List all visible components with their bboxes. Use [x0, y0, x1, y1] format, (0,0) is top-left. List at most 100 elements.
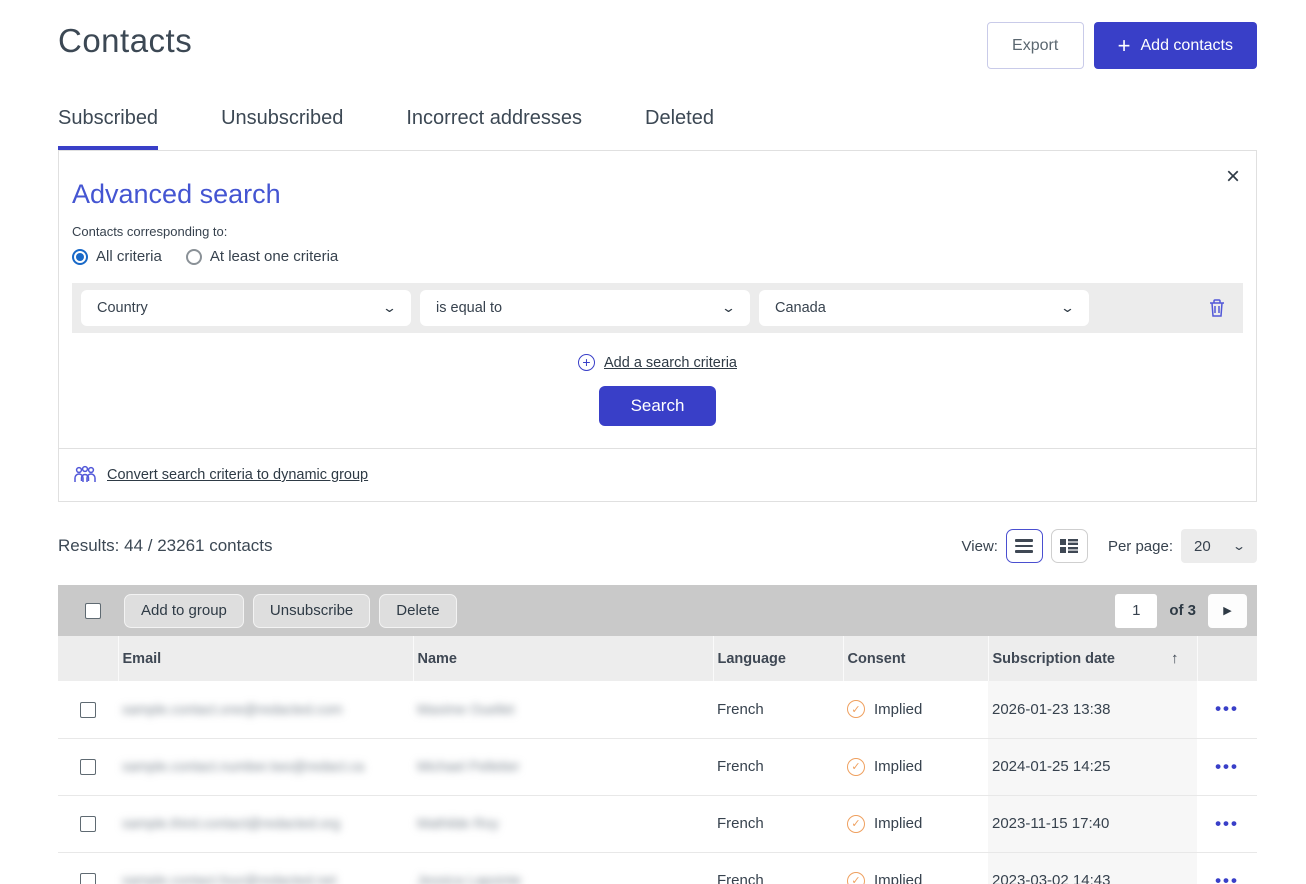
table-row: sample.contact.number.two@redact.ca Mich…	[58, 738, 1257, 795]
unsubscribe-button[interactable]: Unsubscribe	[253, 594, 370, 628]
column-header-language: Language	[713, 636, 843, 681]
contacts-tabs: Subscribed Unsubscribed Incorrect addres…	[58, 107, 1257, 150]
tab-incorrect-addresses[interactable]: Incorrect addresses	[406, 107, 582, 150]
list-view-icon	[1015, 539, 1033, 553]
page-total-label: of 3	[1169, 602, 1196, 619]
subscription-date-cell: 2023-03-02 14:43	[988, 852, 1197, 884]
tab-unsubscribed[interactable]: Unsubscribed	[221, 107, 343, 150]
add-to-group-button[interactable]: Add to group	[124, 594, 244, 628]
criteria-value-select[interactable]: Canada ⌄	[759, 290, 1089, 326]
radio-at-least-one[interactable]: At least one criteria	[186, 248, 338, 265]
tab-deleted[interactable]: Deleted	[645, 107, 714, 150]
delete-button[interactable]: Delete	[379, 594, 456, 628]
email-cell: sample.third.contact@redacted.org	[118, 795, 413, 852]
contacts-table-section: Add to group Unsubscribe Delete of 3 ▶ E…	[58, 585, 1257, 884]
sort-ascending-icon[interactable]: ↑	[1171, 650, 1179, 667]
chevron-down-icon: ⌄	[382, 300, 397, 316]
page-number-input[interactable]	[1115, 594, 1157, 628]
people-group-icon	[72, 465, 98, 485]
view-controls: View: Per page: 20 ⌄	[962, 529, 1257, 563]
list-view-button[interactable]	[1006, 529, 1043, 563]
radio-all-criteria[interactable]: All criteria	[72, 248, 162, 265]
consent-check-icon: ✓	[847, 700, 865, 718]
language-cell: French	[713, 738, 843, 795]
criteria-row: Country ⌄ is equal to ⌄ Canada ⌄	[72, 283, 1243, 333]
add-contacts-button[interactable]: + Add contacts	[1094, 22, 1257, 69]
row-checkbox[interactable]	[80, 702, 96, 718]
row-checkbox[interactable]	[80, 816, 96, 832]
consent-cell: ✓Implied	[843, 738, 988, 795]
column-header-email: Email	[118, 636, 413, 681]
convert-to-dynamic-group-link[interactable]: Convert search criteria to dynamic group	[107, 467, 368, 483]
radio-all-label: All criteria	[96, 248, 162, 265]
language-cell: French	[713, 795, 843, 852]
row-checkbox[interactable]	[80, 873, 96, 884]
consent-check-icon: ✓	[847, 872, 865, 884]
add-criteria-row: + Add a search criteria	[72, 354, 1243, 371]
tab-subscribed[interactable]: Subscribed	[58, 107, 158, 150]
header-actions-spacer	[1197, 636, 1257, 681]
criteria-mode-radios: All criteria At least one criteria	[72, 248, 1243, 265]
export-button[interactable]: Export	[987, 22, 1084, 69]
language-cell: French	[713, 852, 843, 884]
select-all-checkbox[interactable]	[85, 603, 101, 619]
email-cell: sample.contact.four@redacted.net	[118, 852, 413, 884]
radio-any-label: At least one criteria	[210, 248, 338, 265]
header-checkbox-spacer	[58, 636, 118, 681]
card-view-button[interactable]	[1051, 529, 1088, 563]
name-cell: Michael Pelletier	[413, 738, 713, 795]
delete-criteria-trash-icon[interactable]	[1208, 298, 1226, 318]
add-contacts-label: Add contacts	[1141, 37, 1234, 55]
criteria-value-value: Canada	[775, 300, 826, 316]
consent-cell: ✓Implied	[843, 795, 988, 852]
radio-unchecked-icon[interactable]	[186, 249, 202, 265]
table-row: sample.contact.four@redacted.net Jessica…	[58, 852, 1257, 884]
consent-cell: ✓Implied	[843, 681, 988, 738]
language-cell: French	[713, 681, 843, 738]
add-search-criteria-link[interactable]: Add a search criteria	[604, 355, 737, 371]
advanced-search-panel: × Advanced search Contacts corresponding…	[58, 150, 1257, 502]
email-cell: sample.contact.one@redacted.com	[118, 681, 413, 738]
table-toolbar: Add to group Unsubscribe Delete of 3 ▶	[58, 585, 1257, 636]
criteria-operator-select[interactable]: is equal to ⌄	[420, 290, 750, 326]
row-actions-menu-icon[interactable]: •••	[1197, 795, 1257, 852]
row-checkbox[interactable]	[80, 759, 96, 775]
row-actions-menu-icon[interactable]: •••	[1197, 738, 1257, 795]
chevron-down-icon: ⌄	[721, 300, 736, 316]
pagination: of 3 ▶	[1115, 594, 1247, 628]
row-actions-menu-icon[interactable]: •••	[1197, 852, 1257, 884]
name-cell: Jessica Lapointe	[413, 852, 713, 884]
row-actions-menu-icon[interactable]: •••	[1197, 681, 1257, 738]
consent-check-icon: ✓	[847, 815, 865, 833]
table-header-row: Email Name Language Consent Subscription…	[58, 636, 1257, 681]
close-icon[interactable]: ×	[1226, 165, 1240, 189]
per-page-select[interactable]: 20 ⌄	[1181, 529, 1257, 563]
radio-checked-icon[interactable]	[72, 249, 88, 265]
plus-circle-icon: +	[578, 354, 595, 371]
name-cell: Maxime Ouellet	[413, 681, 713, 738]
email-cell: sample.contact.number.two@redact.ca	[118, 738, 413, 795]
column-header-subscription-date: Subscription date ↑	[988, 636, 1197, 681]
chevron-down-icon: ⌄	[1060, 300, 1075, 316]
consent-cell: ✓Implied	[843, 852, 988, 884]
column-header-name: Name	[413, 636, 713, 681]
criteria-operator-value: is equal to	[436, 300, 502, 316]
page-title: Contacts	[58, 22, 192, 60]
table-row: sample.third.contact@redacted.org Mathil…	[58, 795, 1257, 852]
per-page-value: 20	[1194, 538, 1211, 555]
next-page-button[interactable]: ▶	[1208, 594, 1247, 628]
subscription-date-cell: 2024-01-25 14:25	[988, 738, 1197, 795]
subscription-date-cell: 2026-01-23 13:38	[988, 681, 1197, 738]
criteria-field-select[interactable]: Country ⌄	[81, 290, 411, 326]
page-header: Contacts Export + Add contacts	[58, 0, 1257, 69]
convert-row: Convert search criteria to dynamic group	[59, 448, 1256, 501]
per-page-label: Per page:	[1108, 538, 1173, 555]
column-header-consent: Consent	[843, 636, 988, 681]
header-actions: Export + Add contacts	[987, 22, 1257, 69]
results-count: Results: 44 / 23261 contacts	[58, 536, 273, 556]
contacts-page: Contacts Export + Add contacts Subscribe…	[0, 0, 1306, 884]
plus-icon: +	[1118, 35, 1131, 57]
criteria-field-value: Country	[97, 300, 148, 316]
results-bar: Results: 44 / 23261 contacts View: Per p…	[58, 529, 1257, 563]
search-button[interactable]: Search	[599, 386, 716, 426]
